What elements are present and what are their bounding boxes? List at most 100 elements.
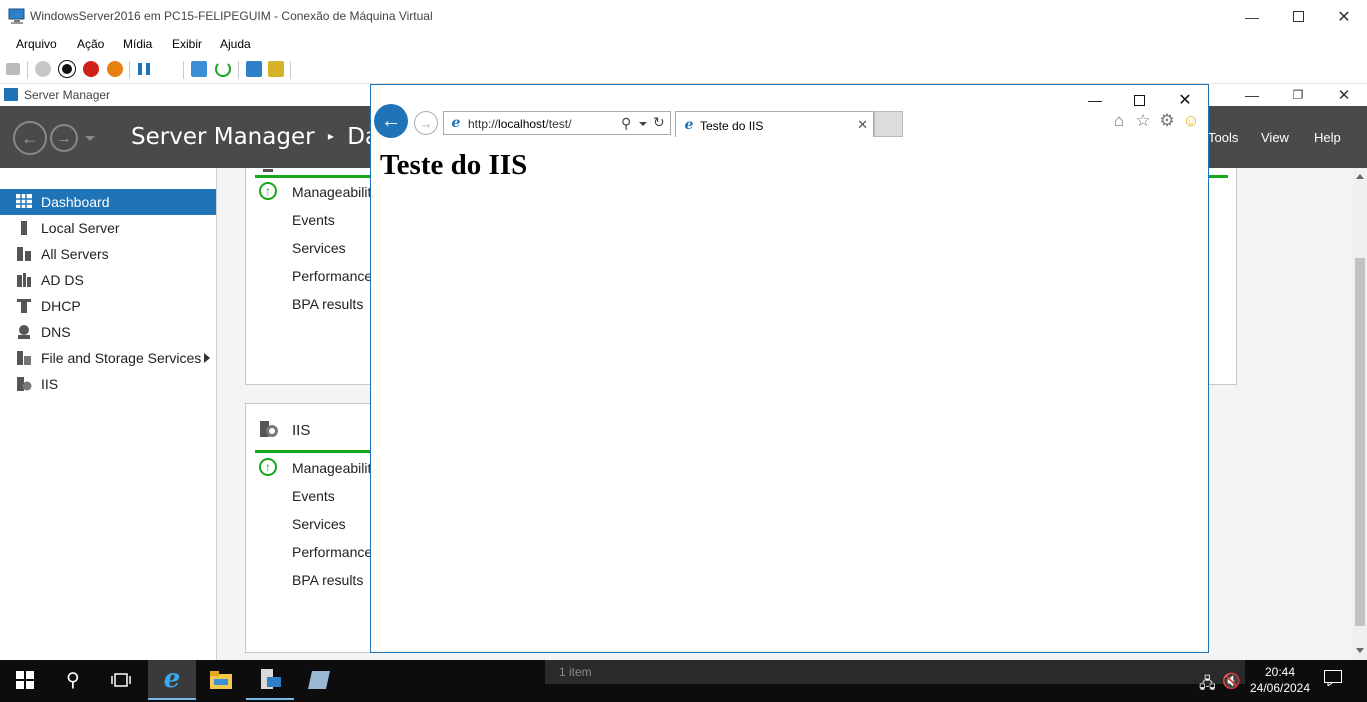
status-line <box>255 450 372 453</box>
browser-forward-button[interactable]: → <box>414 111 438 135</box>
menu-tools[interactable]: Tools <box>1208 130 1238 145</box>
menu-arquivo[interactable]: Arquivo <box>16 37 57 51</box>
manageability-link[interactable]: Manageabilit <box>292 460 371 476</box>
ctrl-alt-del-icon[interactable] <box>6 63 20 75</box>
back-button[interactable]: ← <box>13 121 47 155</box>
services-link[interactable]: Services <box>292 240 346 256</box>
browser-back-button[interactable]: ← <box>374 104 408 138</box>
search-button[interactable]: ⚲ <box>49 660 97 700</box>
performance-link[interactable]: Performance <box>292 544 372 560</box>
browser-minimize-button[interactable]: — <box>1072 89 1118 111</box>
shutdown-icon[interactable] <box>83 61 99 77</box>
sm-close-button[interactable]: ✕ <box>1321 84 1367 106</box>
history-dropdown-icon[interactable] <box>85 136 95 141</box>
vm-minimize-button[interactable]: — <box>1229 0 1275 33</box>
arrow-right-icon: → <box>56 129 72 147</box>
browser-maximize-button[interactable] <box>1116 89 1162 111</box>
forward-button[interactable]: → <box>50 124 78 152</box>
clock[interactable]: 20:44 24/06/2024 <box>1240 664 1320 696</box>
pause-icon[interactable] <box>138 63 150 75</box>
sidebar-item-label: File and Storage Services <box>41 350 202 366</box>
sidebar-item-dhcp[interactable]: DHCP <box>0 293 216 319</box>
volume-muted-icon[interactable]: 🔇 <box>1222 672 1241 690</box>
iis-panel: IIS ↑ Manageabilit Events Services Perfo… <box>245 403 372 653</box>
status-strip: 1 item <box>545 660 1245 684</box>
dropdown-icon[interactable] <box>639 122 647 126</box>
address-url[interactable]: http://localhost/test/ <box>468 117 571 131</box>
close-tab-icon[interactable]: ✕ <box>857 117 868 133</box>
vm-close-button[interactable]: ✕ <box>1321 0 1367 33</box>
sidebar-item-label: AD DS <box>41 272 84 288</box>
favorites-star-icon[interactable]: ☆ <box>1133 111 1153 131</box>
sidebar-item-ad-ds[interactable]: AD DS <box>0 267 216 293</box>
iis-panel-title[interactable]: IIS <box>292 422 310 439</box>
start-button[interactable] <box>1 660 49 700</box>
power-icon[interactable] <box>107 61 123 77</box>
scroll-down-icon[interactable] <box>1356 648 1364 653</box>
vm-maximize-button[interactable] <box>1275 0 1321 33</box>
gear-icon[interactable]: ⚙ <box>1157 111 1177 131</box>
browser-tab[interactable]: e Teste do IIS ✕ <box>675 111 874 137</box>
status-text: 1 item <box>559 665 592 679</box>
arrow-left-icon: ← <box>381 109 401 132</box>
menu-acao[interactable]: Ação <box>77 37 104 51</box>
menu-ajuda[interactable]: Ajuda <box>220 37 251 51</box>
enhanced-session-icon[interactable] <box>246 61 262 77</box>
breadcrumb-app: Server Manager <box>131 124 315 150</box>
network-icon[interactable]: 🖧 <box>1199 673 1216 698</box>
clock-date: 24/06/2024 <box>1249 681 1311 695</box>
bpa-results-link[interactable]: BPA results <box>292 296 363 312</box>
bpa-results-link[interactable]: BPA results <box>292 572 363 588</box>
menu-help[interactable]: Help <box>1314 130 1341 145</box>
ie-logo-icon: e <box>451 115 461 131</box>
sidebar-item-all-servers[interactable]: All Servers <box>0 241 216 267</box>
sidebar-item-file-storage[interactable]: File and Storage Services <box>0 345 216 371</box>
folder-icon <box>210 671 232 689</box>
scrollbar-thumb[interactable] <box>1355 258 1365 626</box>
browser-close-button[interactable]: ✕ <box>1162 89 1208 111</box>
vertical-scrollbar[interactable] <box>1353 168 1367 660</box>
share-icon[interactable] <box>268 61 284 77</box>
start-icon[interactable] <box>35 61 51 77</box>
url-scheme: http:// <box>468 117 499 131</box>
sidebar-item-dashboard[interactable]: Dashboard <box>0 189 216 215</box>
menu-view[interactable]: View <box>1261 130 1289 145</box>
sidebar-item-local-server[interactable]: Local Server <box>0 215 216 241</box>
refresh-icon[interactable]: ↻ <box>653 114 665 131</box>
sm-minimize-button[interactable]: — <box>1229 84 1275 106</box>
home-icon[interactable]: ⌂ <box>1109 111 1129 131</box>
turn-off-icon[interactable] <box>58 60 76 78</box>
dashboard-icon <box>16 194 32 210</box>
search-icon[interactable]: ⚲ <box>621 115 631 132</box>
menu-exibir[interactable]: Exibir <box>172 37 202 51</box>
checkpoint-icon[interactable] <box>191 61 207 77</box>
manageability-link[interactable]: Manageabilit <box>292 184 371 200</box>
toolbar-divider <box>290 61 291 79</box>
sidebar-item-dns[interactable]: DNS <box>0 319 216 345</box>
revert-icon[interactable] <box>215 61 231 77</box>
scroll-up-icon[interactable] <box>1356 174 1364 179</box>
taskbar-ie-button[interactable]: e <box>148 660 196 700</box>
notifications-icon[interactable] <box>1324 670 1342 689</box>
taskbar-server-manager-button[interactable] <box>246 660 294 700</box>
events-link[interactable]: Events <box>292 212 335 228</box>
sm-restore-button[interactable]: ❐ <box>1275 84 1321 106</box>
task-view-button[interactable] <box>97 660 145 700</box>
sidebar-item-iis[interactable]: IIS <box>0 371 216 397</box>
servers-icon <box>16 246 32 262</box>
arrow-right-icon: → <box>419 115 433 131</box>
services-link[interactable]: Services <box>292 516 346 532</box>
menu-midia[interactable]: Mídia <box>123 37 152 51</box>
chevron-right-icon[interactable] <box>204 353 210 363</box>
powershell-icon <box>308 671 330 689</box>
address-bar[interactable]: e http://localhost/test/ ⚲ ↻ <box>443 111 671 135</box>
events-link[interactable]: Events <box>292 488 335 504</box>
performance-link[interactable]: Performance <box>292 268 372 284</box>
tab-title: Teste do IIS <box>700 119 764 133</box>
smiley-feedback-icon[interactable]: ☺ <box>1181 111 1201 131</box>
taskbar-file-explorer-button[interactable] <box>197 660 245 700</box>
sidebar: Dashboard Local Server All Servers AD DS… <box>0 168 217 660</box>
sidebar-item-label: Local Server <box>41 220 120 236</box>
taskbar-vm-button[interactable] <box>295 660 343 700</box>
new-tab-button[interactable] <box>874 111 903 137</box>
